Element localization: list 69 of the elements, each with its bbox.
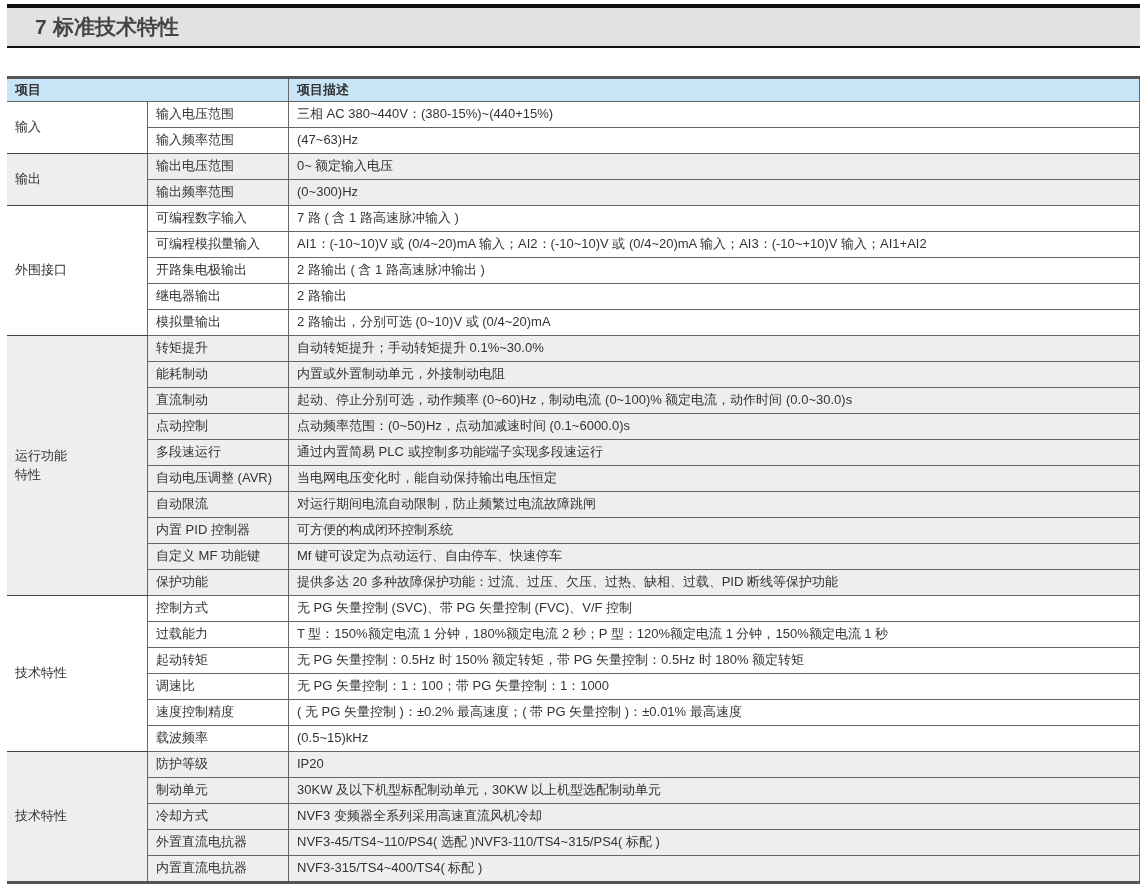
section-title: 7 标准技术特性 (35, 14, 179, 40)
item-cell: 起动转矩 (147, 647, 289, 674)
description-cell: 对运行期间电流自动限制，防止频繁过电流故障跳闸 (288, 491, 1140, 518)
column-header: 项目描述 (288, 77, 1140, 102)
category-label: 输出 (15, 170, 42, 189)
item-cell: 输出电压范围 (147, 153, 289, 180)
description-cell: ( 无 PG 矢量控制 )：±0.2% 最高速度；( 带 PG 矢量控制 )：±0.01% 最高速度 (288, 699, 1140, 726)
item-cell: 可编程模拟量输入 (147, 231, 289, 258)
description-cell: 通过内置简易 PLC 或控制多功能端子实现多段速运行 (288, 439, 1140, 466)
description-cell: 0~ 额定输入电压 (288, 153, 1140, 180)
description-cell: 2 路输出 (288, 283, 1140, 310)
description-cell: T 型：150%额定电流 1 分钟，180%额定电流 2 秒；P 型：120%额定电流 1 分钟，150%额定电流 1 秒 (288, 621, 1140, 648)
description-cell: 点动频率范围：(0~50)Hz，点动加减速时间 (0.1~6000.0)s (288, 413, 1140, 440)
item-cell: 点动控制 (147, 413, 289, 440)
description-cell: (0~300)Hz (288, 179, 1140, 206)
description-cell: 可方便的构成闭环控制系统 (288, 517, 1140, 544)
category-label: 外围接口 (15, 261, 68, 280)
item-cell: 多段速运行 (147, 439, 289, 466)
description-cell: NVF3-315/TS4~400/TS4( 标配 ) (288, 855, 1140, 883)
description-cell: 内置或外置制动单元，外接制动电阻 (288, 361, 1140, 388)
description-cell: 7 路 ( 含 1 路高速脉冲输入 ) (288, 205, 1140, 232)
description-cell: NVF3 变频器全系列采用高速直流风机冷却 (288, 803, 1140, 830)
description-cell: (0.5~15)kHz (288, 725, 1140, 752)
description-cell: 30KW 及以下机型标配制动单元，30KW 以上机型选配制动单元 (288, 777, 1140, 804)
item-cell: 可编程数字输入 (147, 205, 289, 232)
category-label: 技术特性 (15, 664, 68, 683)
description-cell: 当电网电压变化时，能自动保持输出电压恒定 (288, 465, 1140, 492)
item-cell: 防护等级 (147, 751, 289, 778)
item-cell: 过载能力 (147, 621, 289, 648)
item-cell: 内置 PID 控制器 (147, 517, 289, 544)
description-cell: 2 路输出，分别可选 (0~10)V 或 (0/4~20)mA (288, 309, 1140, 336)
item-cell: 能耗制动 (147, 361, 289, 388)
description-cell: 2 路输出 ( 含 1 路高速脉冲输出 ) (288, 257, 1140, 284)
item-cell: 冷却方式 (147, 803, 289, 830)
item-cell: 输入频率范围 (147, 127, 289, 154)
item-cell: 直流制动 (147, 387, 289, 414)
item-cell: 自动电压调整 (AVR) (147, 465, 289, 492)
item-cell: 自动限流 (147, 491, 289, 518)
item-cell: 转矩提升 (147, 335, 289, 362)
item-cell: 输入电压范围 (147, 101, 289, 128)
description-cell: IP20 (288, 751, 1140, 778)
description-cell: 自动转矩提升；手动转矩提升 0.1%~30.0% (288, 335, 1140, 362)
item-cell: 控制方式 (147, 595, 289, 622)
item-cell: 模拟量输出 (147, 309, 289, 336)
item-cell: 自定义 MF 功能键 (147, 543, 289, 570)
description-cell: 提供多达 20 多种故障保护功能：过流、过压、欠压、过热、缺相、过载、PID 断线等保护功能 (288, 569, 1140, 596)
item-cell: 载波频率 (147, 725, 289, 752)
description-cell: NVF3-45/TS4~110/PS4( 选配 )NVF3-110/TS4~315/PS4( 标配 ) (288, 829, 1140, 856)
category-label: 运行功能特性 (15, 447, 68, 484)
item-cell: 继电器输出 (147, 283, 289, 310)
item-cell: 输出频率范围 (147, 179, 289, 206)
category-label: 技术特性 (15, 807, 68, 826)
description-cell: (47~63)Hz (288, 127, 1140, 154)
category-label: 输入 (15, 118, 42, 137)
item-cell: 制动单元 (147, 777, 289, 804)
item-cell: 调速比 (147, 673, 289, 700)
item-cell: 速度控制精度 (147, 699, 289, 726)
description-cell: 三相 AC 380~440V：(380-15%)~(440+15%) (288, 101, 1140, 128)
description-cell: 无 PG 矢量控制：0.5Hz 时 150% 额定转矩，带 PG 矢量控制：0.5Hz 时 180% 额定转矩 (288, 647, 1140, 674)
item-cell: 内置直流电抗器 (147, 855, 289, 883)
item-cell: 外置直流电抗器 (147, 829, 289, 856)
description-cell: Mf 键可设定为点动运行、自由停车、快速停车 (288, 543, 1140, 570)
column-header: 项目 (7, 77, 289, 102)
description-cell: 起动、停止分别可选，动作频率 (0~60)Hz，制动电流 (0~100)% 额定电流，动作时间 (0.0~30.0)s (288, 387, 1140, 414)
item-cell: 开路集电极输出 (147, 257, 289, 284)
item-cell: 保护功能 (147, 569, 289, 596)
description-cell: 无 PG 矢量控制：1：100；带 PG 矢量控制：1：1000 (288, 673, 1140, 700)
description-cell: AI1：(-10~10)V 或 (0/4~20)mA 输入；AI2：(-10~10)V 或 (0/4~20)mA 输入；AI3：(-10~+10)V 输入；AI1+AI2 (288, 231, 1140, 258)
description-cell: 无 PG 矢量控制 (SVC)、带 PG 矢量控制 (FVC)、V/F 控制 (288, 595, 1140, 622)
